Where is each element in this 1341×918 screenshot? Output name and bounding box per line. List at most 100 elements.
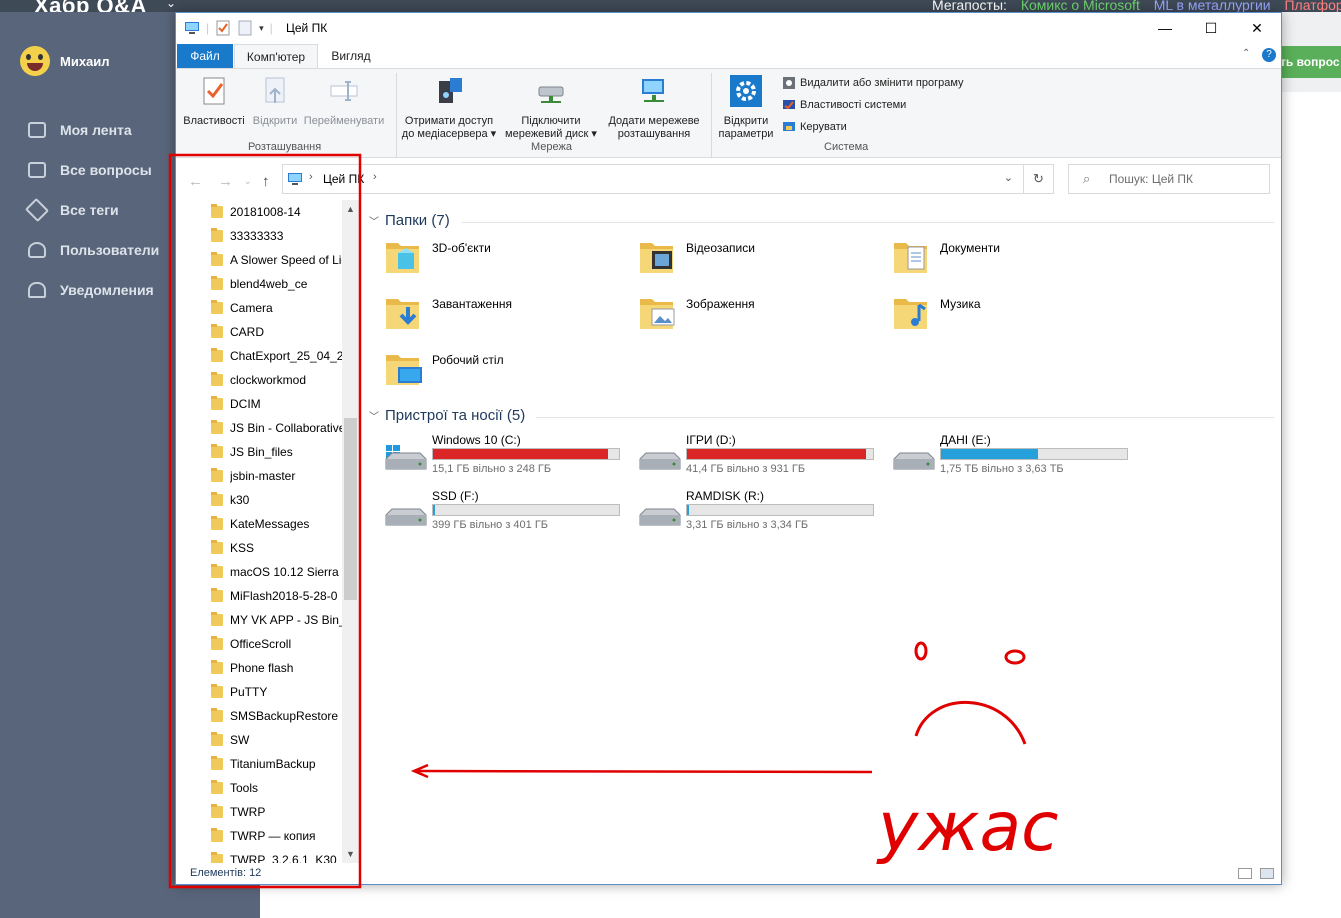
title-bar[interactable]: | ▾ | Цей ПК — ☐ ✕ — [176, 13, 1281, 44]
tree-item[interactable]: 33333333 — [211, 224, 344, 248]
scroll-down-arrow-icon[interactable]: ▼ — [342, 849, 359, 863]
tree-item[interactable]: TWRP_3.2.6.1_K30_W — [211, 848, 344, 863]
folder-tile[interactable]: 3D-об'єкти — [384, 237, 624, 287]
tree-item[interactable]: PuTTY — [211, 680, 344, 704]
customize-qat-icon[interactable]: ▾ — [259, 23, 264, 34]
properties-icon[interactable] — [215, 20, 231, 36]
close-button[interactable]: ✕ — [1234, 13, 1280, 43]
tree-item-label: MY VK APP - JS Bin_files — [230, 613, 344, 627]
up-arrow-icon[interactable]: ↑ — [262, 173, 270, 190]
chevron-down-icon[interactable]: ﹀ — [369, 408, 379, 423]
tree-item[interactable]: MiFlash2018-5-28-0 — [211, 584, 344, 608]
details-view-icon[interactable] — [1238, 868, 1252, 879]
tab-computer[interactable]: Комп'ютер — [234, 44, 318, 68]
scroll-up-arrow-icon[interactable]: ▲ — [342, 204, 359, 218]
folder-tile[interactable]: Зображення — [638, 293, 878, 343]
folder-tile[interactable]: Музика — [892, 293, 1132, 343]
folder-icon — [211, 492, 223, 506]
minimize-button[interactable]: — — [1142, 13, 1188, 43]
tree-item-label: Phone flash — [230, 661, 294, 675]
properties-button[interactable]: Властивості — [182, 73, 246, 128]
open-button[interactable]: Відкрити — [248, 73, 302, 128]
search-input[interactable]: ⌕ Пошук: Цей ПК — [1068, 164, 1270, 194]
nav-tags[interactable]: Все теги — [24, 190, 159, 230]
tree-item[interactable]: jsbin-master — [211, 464, 344, 488]
ask-question-button[interactable]: ть вопрос — [1280, 46, 1341, 78]
drive-usage-fill — [687, 449, 866, 459]
media-server-button[interactable]: Отримати доступ до медіасервера ▾ — [400, 73, 498, 141]
nav-pane-scroll-thumb[interactable] — [344, 418, 357, 600]
tree-item-label: JS Bin_files — [230, 445, 293, 459]
new-folder-icon[interactable] — [237, 20, 253, 36]
folder-tile[interactable]: Робочий стіл — [384, 349, 624, 399]
collapse-ribbon-icon[interactable]: ⌃ — [1242, 48, 1250, 59]
tree-item[interactable]: blend4web_ce — [211, 272, 344, 296]
tree-item[interactable]: 20181008-14 — [211, 200, 344, 224]
tree-item[interactable]: ChatExport_25_04_2018 — [211, 344, 344, 368]
nav-notifications[interactable]: Уведомления — [28, 270, 159, 310]
add-network-location-button[interactable]: Додати мережеве розташування — [604, 73, 704, 141]
drive-tile[interactable]: ДАНІ (E:) 1,75 ТБ вільно з 3,63 ТБ — [892, 433, 1142, 483]
user-profile[interactable]: Михаил — [20, 46, 110, 76]
tree-item[interactable]: TitaniumBackup — [211, 752, 344, 776]
folder-tile[interactable]: Документи — [892, 237, 1132, 287]
tree-item[interactable]: KSS — [211, 536, 344, 560]
user-name[interactable]: Михаил — [60, 54, 110, 69]
folder-tile[interactable]: Відеозаписи — [638, 237, 878, 287]
drive-tile[interactable]: SSD (F:) 399 ГБ вільно з 401 ГБ — [384, 489, 634, 539]
address-dropdown-icon[interactable]: ⌄ — [1004, 171, 1013, 184]
tree-item[interactable]: Phone flash — [211, 656, 344, 680]
map-network-drive-button[interactable]: Підключити мережевий диск ▾ — [502, 73, 600, 141]
tab-file[interactable]: Файл — [177, 44, 233, 68]
drive-tile[interactable]: Windows 10 (C:) 15,1 ГБ вільно з 248 ГБ — [384, 433, 634, 483]
tree-item[interactable]: macOS 10.12 Sierra Final — [211, 560, 344, 584]
tree-item[interactable]: CARD — [211, 320, 344, 344]
forward-arrow-icon[interactable]: → — [218, 173, 233, 190]
tree-item[interactable]: A Slower Speed of Light — [211, 248, 344, 272]
tree-item[interactable]: Camera — [211, 296, 344, 320]
tree-item[interactable]: MY VK APP - JS Bin_files — [211, 608, 344, 632]
tree-item[interactable]: SW — [211, 728, 344, 752]
tab-view[interactable]: Вигляд — [322, 44, 380, 68]
avatar[interactable] — [20, 46, 50, 76]
drive-tile[interactable]: ІГРИ (D:) 41,4 ГБ вільно з 931 ГБ — [638, 433, 888, 483]
nav-feed[interactable]: Моя лента — [28, 110, 159, 150]
tree-item[interactable]: JS Bin_files — [211, 440, 344, 464]
chevron-down-icon[interactable]: ﹀ — [369, 213, 379, 228]
feed-icon — [28, 122, 46, 138]
tree-item[interactable]: TWRP — [211, 800, 344, 824]
large-icons-view-icon[interactable] — [1260, 868, 1274, 879]
navigation-pane[interactable]: 20181008-14 33333333 A Slower Speed of Lig… — [176, 200, 360, 863]
manage-button[interactable]: Керувати — [782, 120, 847, 134]
recent-locations-icon[interactable]: ⌄ — [244, 176, 252, 187]
users-icon — [28, 242, 46, 258]
help-icon[interactable]: ? — [1262, 48, 1276, 62]
chevron-down-icon[interactable]: ⌄ — [166, 0, 182, 12]
rename-button[interactable]: Перейменувати — [302, 73, 386, 128]
tree-item[interactable]: DCIM — [211, 392, 344, 416]
tree-item[interactable]: KateMessages — [211, 512, 344, 536]
nav-users[interactable]: Пользователи — [28, 230, 159, 270]
uninstall-program-button[interactable]: Видалити або змінити програму — [782, 76, 964, 90]
tree-item[interactable]: clockworkmod — [211, 368, 344, 392]
drives-section-header[interactable]: ﹀ Пристрої та носії (5) — [369, 407, 525, 424]
drive-tile[interactable]: RAMDISK (R:) 3,31 ГБ вільно з 3,34 ГБ — [638, 489, 888, 539]
breadcrumb-chevron-icon[interactable]: › — [309, 171, 313, 183]
system-properties-button[interactable]: Властивості системи — [782, 98, 906, 112]
breadcrumb-chevron-icon[interactable]: › — [373, 171, 377, 183]
folder-tile[interactable]: Завантаження — [384, 293, 624, 343]
tree-item[interactable]: SMSBackupRestore — [211, 704, 344, 728]
back-arrow-icon[interactable]: ← — [188, 173, 203, 190]
tree-item[interactable]: k30 — [211, 488, 344, 512]
nav-questions[interactable]: Все вопросы — [28, 150, 159, 190]
breadcrumb[interactable]: Цей ПК — [323, 172, 364, 186]
open-settings-button[interactable]: Відкрити параметри — [716, 73, 776, 141]
refresh-button[interactable]: ↻ — [1024, 164, 1054, 194]
address-bar[interactable]: › Цей ПК › ⌄ — [282, 164, 1024, 194]
maximize-button[interactable]: ☐ — [1188, 13, 1234, 43]
tree-item[interactable]: OfficeScroll — [211, 632, 344, 656]
tree-item[interactable]: Tools — [211, 776, 344, 800]
tree-item[interactable]: JS Bin - Collaborative — [211, 416, 344, 440]
folders-section-header[interactable]: ﹀ Папки (7) — [369, 212, 450, 229]
tree-item[interactable]: TWRP — копия — [211, 824, 344, 848]
